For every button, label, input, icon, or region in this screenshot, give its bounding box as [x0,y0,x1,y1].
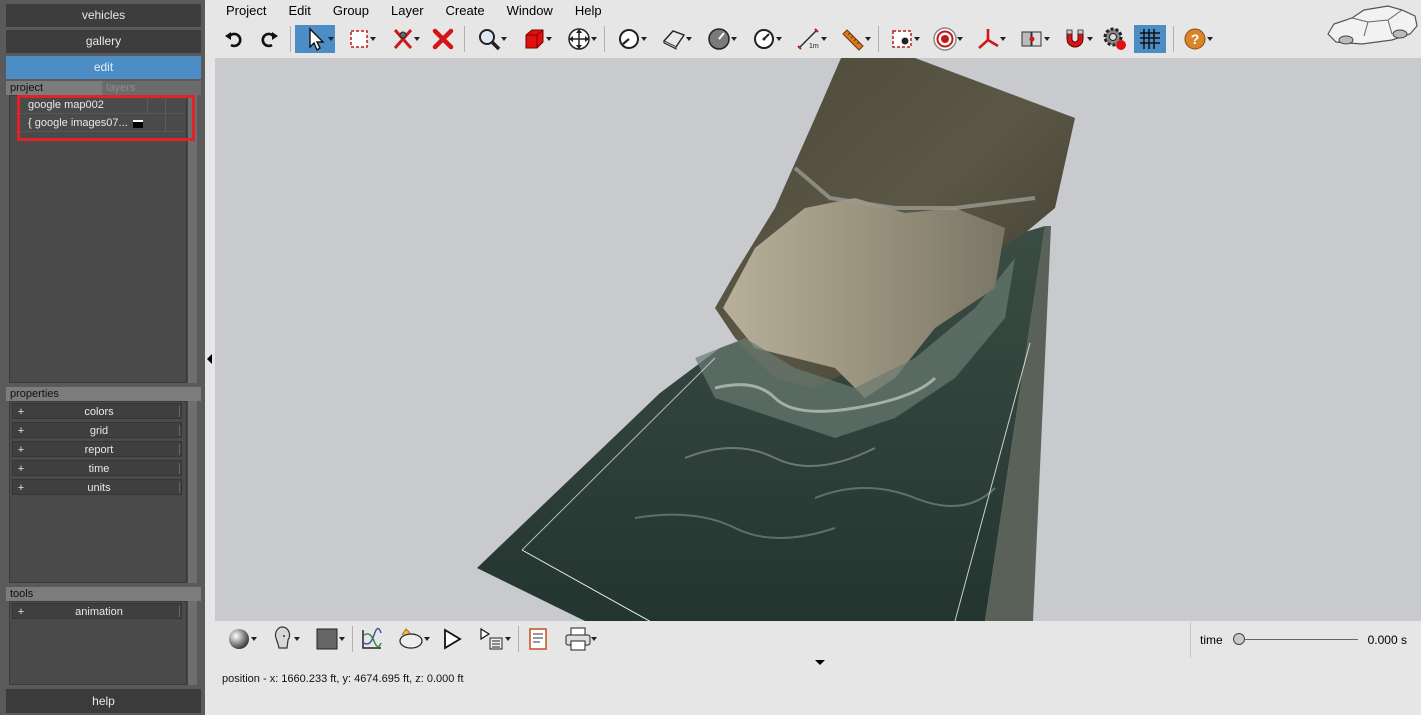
target-icon[interactable] [926,25,964,53]
delete-nodes-icon[interactable] [385,25,421,53]
axes-icon[interactable] [969,25,1007,53]
undo-icon[interactable] [220,25,248,53]
measure-icon[interactable]: 1m [790,25,828,53]
playback-toolbar [215,622,1185,658]
menu-window[interactable]: Window [496,2,564,20]
help-button[interactable]: help [6,689,201,713]
property-report[interactable]: + report [12,441,182,457]
tool-label: animation [75,606,123,618]
menu-create[interactable]: Create [435,2,496,20]
terrain-scene [477,58,1075,621]
nav-gallery-button[interactable]: gallery [6,30,201,53]
3d-viewport[interactable] [215,58,1421,621]
report-icon[interactable] [524,625,552,653]
ruler-icon[interactable] [834,25,872,53]
expand-plus-icon: + [17,425,25,437]
main-toolbar: 1m ? [215,22,1215,56]
tools-scrollbar[interactable] [187,601,197,685]
time-label: time [1200,633,1223,647]
magnet-icon[interactable] [1056,25,1094,53]
sphere-render-icon[interactable] [220,625,258,653]
expand-plus-icon: + [17,406,25,418]
move-icon[interactable] [560,25,598,53]
menu-group[interactable]: Group [322,2,380,20]
expand-panel-icon[interactable] [815,660,825,665]
menu-help[interactable]: Help [564,2,613,20]
red-box-icon[interactable] [515,25,553,53]
menu-layer[interactable]: Layer [380,2,435,20]
properties-scrollbar[interactable] [187,401,197,583]
speed-gauge-icon[interactable] [745,25,783,53]
status-bar-position: position - x: 1660.233 ft, y: 4674.695 f… [222,673,464,685]
property-time[interactable]: + time [12,460,182,476]
expand-plus-icon: + [17,606,25,618]
property-label: grid [89,425,109,437]
property-label: time [88,463,110,475]
tab-project[interactable]: project [6,81,102,95]
surface-icon[interactable] [655,25,693,53]
camera-path-icon[interactable] [391,625,431,653]
nav-edit-button[interactable]: edit [6,56,201,79]
print-icon[interactable] [558,625,598,653]
play-icon[interactable] [438,625,466,653]
menu-edit[interactable]: Edit [277,2,321,20]
tab-layers[interactable]: layers [102,81,201,95]
property-units[interactable]: + units [12,479,182,495]
help-icon[interactable]: ? [1178,25,1214,53]
time-slider-track[interactable] [1238,639,1358,640]
dial-icon[interactable] [700,25,738,53]
rectangle-select-icon[interactable] [341,25,377,53]
property-label: colors [84,406,114,418]
property-label: report [84,444,114,456]
time-slider-handle[interactable] [1233,633,1245,645]
property-colors[interactable]: + colors [12,403,182,419]
collapse-sidebar-icon[interactable] [207,354,212,364]
delete-icon[interactable] [429,25,457,53]
expand-plus-icon: + [17,482,25,494]
expand-plus-icon: + [17,463,25,475]
select-arrow-icon[interactable] [295,25,335,53]
properties-header: properties [6,387,201,401]
redo-icon[interactable] [255,25,283,53]
time-value: 0.000 s [1367,633,1407,647]
nav-vehicles-button[interactable]: vehicles [6,4,201,27]
help-glyph: ? [1191,31,1200,47]
left-sidebar: vehicles gallery edit project layers goo… [0,0,205,715]
tool-animation[interactable]: + animation [12,603,182,619]
menu-bar: Project Edit Group Layer Create Window H… [215,2,613,20]
head-view-icon[interactable] [263,625,301,653]
playlist-icon[interactable] [472,625,512,653]
target-rect-icon[interactable] [883,25,921,53]
color-swatch-icon[interactable] [308,625,346,653]
expand-plus-icon: + [17,444,25,456]
menu-project[interactable]: Project [215,2,277,20]
car-logo-icon [1327,5,1418,45]
grid-icon[interactable] [1134,25,1166,53]
property-grid[interactable]: + grid [12,422,182,438]
property-label: units [87,482,111,494]
angle-gauge-icon[interactable] [610,25,648,53]
measure-label: 1m [809,43,819,50]
settings-icon[interactable] [1099,25,1131,53]
selection-highlight [17,95,195,141]
tools-header: tools [6,587,201,601]
snap-icon[interactable] [1013,25,1051,53]
time-panel: time 0.000 s [1190,622,1421,658]
zoom-icon[interactable] [470,25,508,53]
graph-icon[interactable] [358,625,386,653]
